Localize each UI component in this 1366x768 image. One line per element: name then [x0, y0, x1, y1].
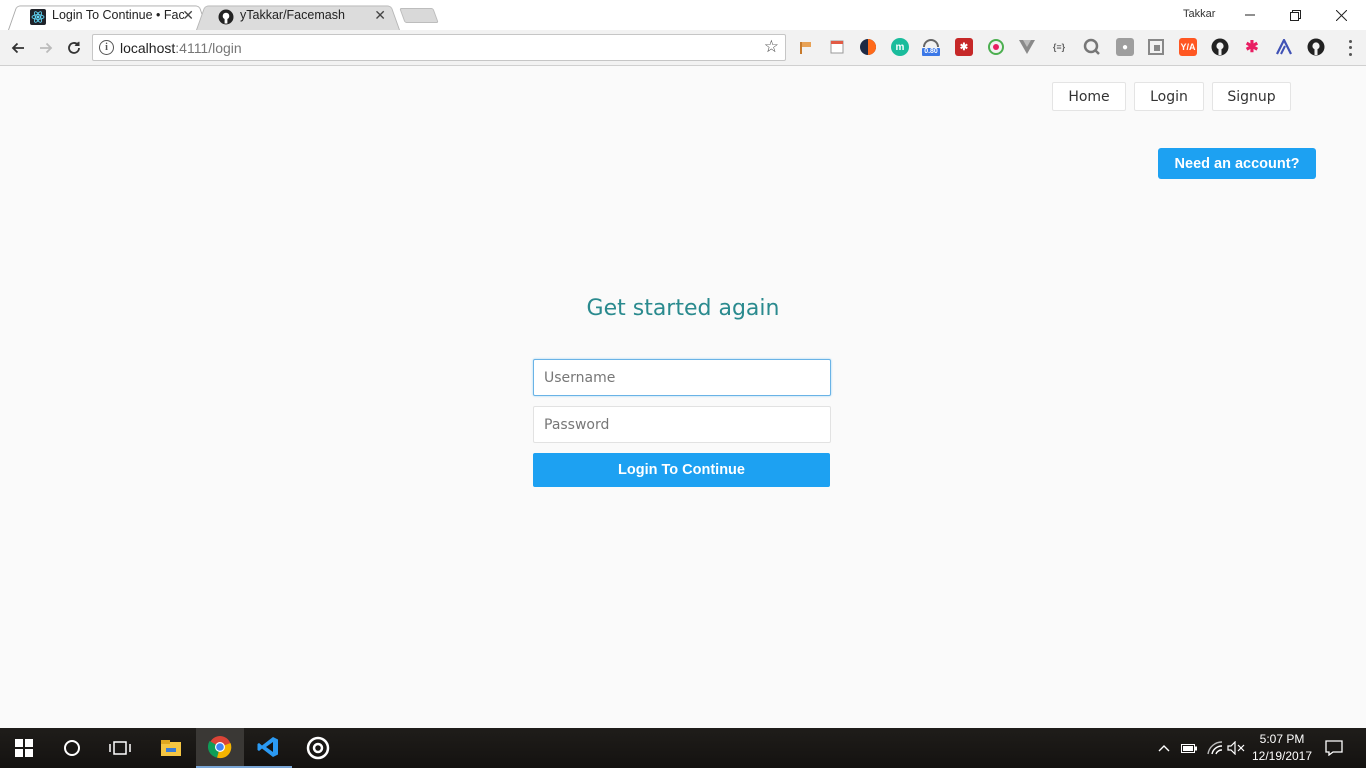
compass-ext-icon[interactable] — [859, 38, 877, 56]
reload-icon[interactable] — [63, 37, 85, 59]
chrome-taskbar-icon[interactable] — [196, 728, 244, 768]
speed-ext-icon[interactable]: 0.80 — [922, 38, 940, 56]
m-ext-icon[interactable]: m — [891, 38, 909, 56]
password-input[interactable] — [533, 406, 831, 443]
lambda-ext-icon[interactable] — [1275, 38, 1293, 56]
wifi-icon[interactable] — [1206, 728, 1224, 768]
profile-name[interactable]: Takkar — [1183, 8, 1215, 20]
notifications-icon[interactable] — [1322, 728, 1346, 768]
chat-ext-icon[interactable]: ● — [1116, 38, 1134, 56]
username-input[interactable] — [533, 359, 831, 396]
github-ext-icon[interactable] — [1211, 38, 1229, 56]
login-button[interactable]: Login To Continue — [533, 453, 830, 487]
url-text: localhost:4111/login — [120, 40, 242, 56]
address-bar[interactable]: i localhost:4111/login ☆ — [92, 34, 786, 61]
battery-icon[interactable] — [1180, 728, 1198, 768]
tab-title: Login To Continue • Face — [52, 8, 184, 22]
tab-github[interactable]: yTakkar/Facemash ✕ — [196, 3, 400, 31]
box-ext-icon[interactable] — [1147, 38, 1165, 56]
site-info-icon[interactable]: i — [99, 40, 114, 55]
chevron-up-icon[interactable] — [1156, 728, 1172, 768]
browser-toolbar: i localhost:4111/login ☆ m 0.80 ✱ {≡} ● … — [0, 30, 1366, 66]
clock-time: 5:07 PM — [1259, 732, 1305, 746]
github2-ext-icon[interactable] — [1307, 38, 1325, 56]
puzzle-ext-icon[interactable]: ✱ — [955, 38, 973, 56]
restore-icon[interactable] — [1272, 0, 1318, 30]
bookmark-star-icon[interactable]: ☆ — [764, 37, 779, 57]
json-ext-icon[interactable]: {≡} — [1050, 38, 1068, 56]
forward-icon[interactable] — [35, 37, 57, 59]
page-content: Home Login Signup Need an account? Get s… — [0, 66, 1366, 728]
close-tab-icon[interactable]: ✕ — [182, 7, 194, 24]
clock-date: 12/19/2017 — [1251, 749, 1313, 763]
tab-strip: Login To Continue • Face ✕ yTakkar/Facem… — [0, 0, 1366, 31]
task-view-icon[interactable] — [96, 728, 144, 768]
nav-home-link[interactable]: Home — [1052, 82, 1126, 111]
react-icon — [30, 9, 46, 25]
windows-taskbar: 5:07 PM 12/19/2017 — [0, 728, 1366, 768]
back-icon[interactable] — [7, 37, 29, 59]
app-ring-icon[interactable] — [294, 728, 342, 768]
chrome-menu-icon[interactable] — [1344, 38, 1356, 58]
eye-ext-icon[interactable] — [987, 38, 1005, 56]
taskbar-clock[interactable]: 5:07 PM 12/19/2017 — [1246, 731, 1318, 765]
flag-ext-icon[interactable] — [796, 38, 814, 56]
nav-login-link[interactable]: Login — [1134, 82, 1204, 111]
volume-muted-icon[interactable] — [1227, 728, 1245, 768]
nav-signup-link[interactable]: Signup — [1212, 82, 1291, 111]
minimize-icon[interactable] — [1227, 0, 1273, 30]
file-explorer-icon[interactable] — [147, 728, 195, 768]
close-window-icon[interactable] — [1318, 0, 1364, 30]
search-ext-icon[interactable] — [1083, 38, 1101, 56]
vscode-taskbar-icon[interactable] — [244, 728, 292, 768]
y-ext-icon[interactable]: Y/A — [1179, 38, 1197, 56]
tab-title: yTakkar/Facemash — [240, 8, 345, 22]
new-tab-button[interactable] — [399, 8, 439, 23]
vue-ext-icon[interactable] — [1018, 38, 1036, 56]
github-icon — [218, 9, 234, 25]
cortana-icon[interactable] — [48, 728, 96, 768]
note-ext-icon[interactable] — [828, 38, 846, 56]
need-account-button[interactable]: Need an account? — [1158, 148, 1316, 179]
tab-login[interactable]: Login To Continue • Face ✕ — [8, 3, 208, 31]
star-ext-icon[interactable]: ✱ — [1243, 38, 1261, 56]
close-tab-icon[interactable]: ✕ — [374, 7, 386, 24]
form-heading: Get started again — [586, 296, 780, 321]
start-icon[interactable] — [0, 728, 48, 768]
